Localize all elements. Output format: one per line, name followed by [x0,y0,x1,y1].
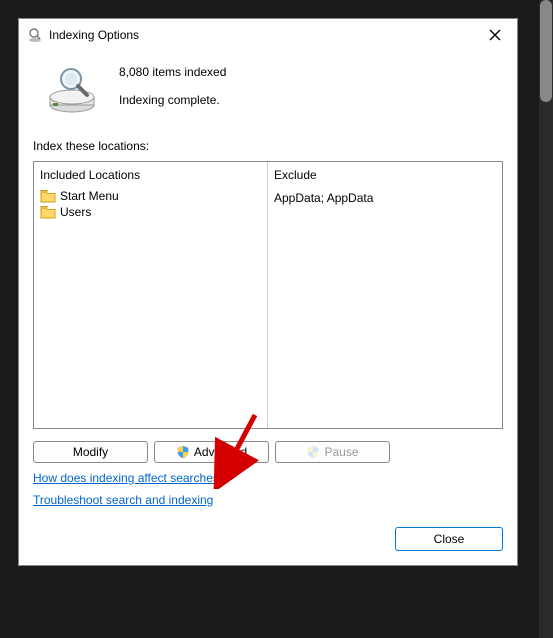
scrollbar-thumb[interactable] [540,0,552,102]
close-button[interactable]: Close [395,527,503,551]
status-section: 8,080 items indexed Indexing complete. [33,61,503,115]
page-scrollbar[interactable] [539,0,553,638]
folder-icon [40,205,56,219]
status-text: 8,080 items indexed Indexing complete. [119,61,226,107]
list-item-exclude: AppData; AppData [274,190,496,206]
dialog-content: 8,080 items indexed Indexing complete. I… [19,51,517,565]
action-buttons: Modify Advanced [33,441,503,463]
pause-button: Pause [275,441,390,463]
list-item[interactable]: Start Menu [40,188,261,204]
titlebar: Indexing Options [19,19,517,51]
shield-icon [306,445,320,459]
indexing-options-dialog: Indexing Options 8,080 [18,18,518,566]
dialog-footer: Close [33,527,503,551]
indexing-icon [27,27,43,43]
item-label: Start Menu [60,189,119,203]
troubleshoot-link[interactable]: Troubleshoot search and indexing [33,493,213,507]
included-header: Included Locations [40,166,261,188]
exclude-column: Exclude AppData; AppData [268,162,502,428]
drive-search-icon [45,61,99,115]
included-column: Included Locations Start Menu Users [34,162,268,428]
button-label: Modify [73,445,108,459]
item-label: Users [60,205,91,219]
button-label: Advanced [194,445,247,459]
button-label: Pause [324,445,358,459]
exclude-text: AppData; AppData [274,191,373,205]
modify-button[interactable]: Modify [33,441,148,463]
locations-list[interactable]: Included Locations Start Menu Users Excl… [33,161,503,429]
advanced-button[interactable]: Advanced [154,441,269,463]
list-item[interactable]: Users [40,204,261,220]
close-icon[interactable] [481,21,509,49]
locations-label: Index these locations: [33,139,503,153]
indexing-state: Indexing complete. [119,93,226,107]
how-indexing-link[interactable]: How does indexing affect searches? [33,471,226,485]
items-count: 8,080 items indexed [119,65,226,79]
exclude-header: Exclude [274,166,496,188]
dialog-title: Indexing Options [49,28,481,42]
folder-icon [40,189,56,203]
shield-icon [176,445,190,459]
